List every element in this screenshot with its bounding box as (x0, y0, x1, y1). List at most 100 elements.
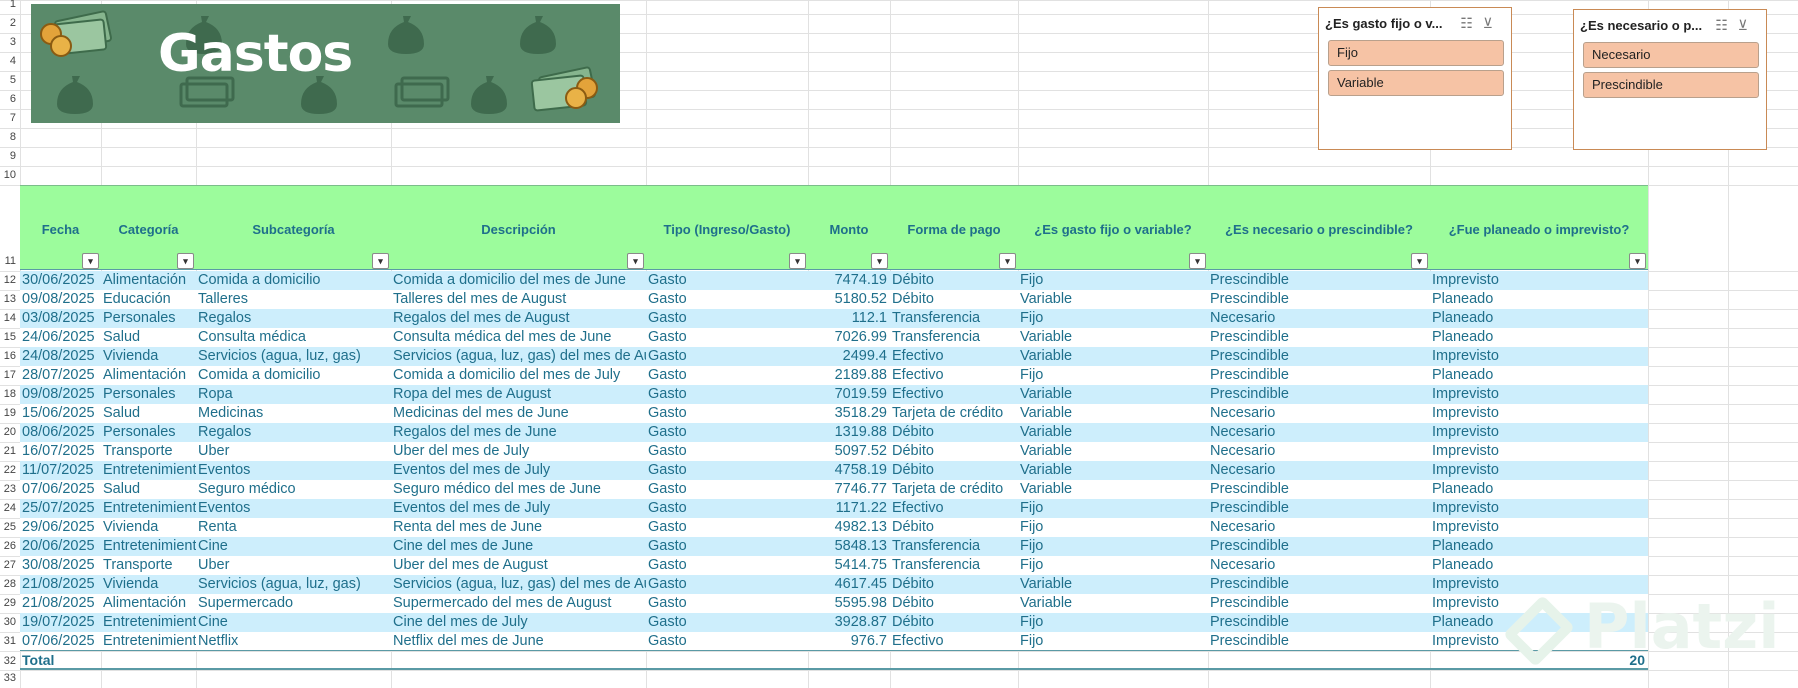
table-cell[interactable]: Salud (101, 480, 196, 499)
table-cell[interactable]: Prescindible (1208, 290, 1430, 309)
table-cell[interactable]: Entretenimiento (101, 632, 196, 651)
table-cell[interactable]: 11/07/2025 (20, 461, 101, 480)
table-cell[interactable]: Gasto (646, 309, 808, 328)
table-cell[interactable]: Vivienda (101, 518, 196, 537)
table-cell[interactable]: Tarjeta de crédito (890, 480, 1018, 499)
table-cell[interactable]: Imprevisto (1430, 518, 1648, 537)
row-header[interactable]: 17 (0, 366, 20, 385)
table-cell[interactable]: Renta del mes de June (391, 518, 646, 537)
table-cell[interactable]: Prescindible (1208, 347, 1430, 366)
table-cell[interactable]: Planeado (1430, 309, 1648, 328)
table-cell[interactable]: 1319.88 (808, 423, 890, 442)
table-cell[interactable]: Gasto (646, 290, 808, 309)
table-cell[interactable]: Gasto (646, 442, 808, 461)
table-cell[interactable]: Efectivo (890, 499, 1018, 518)
table-cell[interactable]: Comida a domicilio del mes de June (391, 271, 646, 290)
table-cell[interactable]: 29/06/2025 (20, 518, 101, 537)
table-cell[interactable]: Consulta médica (196, 328, 391, 347)
table-cell[interactable]: Necesario (1208, 404, 1430, 423)
table-cell[interactable]: Gasto (646, 556, 808, 575)
row-header[interactable]: 27 (0, 556, 20, 575)
table-cell[interactable]: 07/06/2025 (20, 480, 101, 499)
table-cell[interactable]: Necesario (1208, 442, 1430, 461)
table-cell[interactable]: Fijo (1018, 632, 1208, 651)
table-cell[interactable]: Imprevisto (1430, 499, 1648, 518)
table-cell[interactable]: Gasto (646, 594, 808, 613)
table-cell[interactable]: Transporte (101, 556, 196, 575)
table-cell[interactable]: Necesario (1208, 309, 1430, 328)
table-cell[interactable]: Prescindible (1208, 594, 1430, 613)
table-cell[interactable]: Prescindible (1208, 537, 1430, 556)
row-header[interactable]: 30 (0, 613, 20, 632)
table-cell[interactable]: 19/07/2025 (20, 613, 101, 632)
table-cell[interactable]: Transferencia (890, 309, 1018, 328)
table-cell[interactable]: Cine del mes de July (391, 613, 646, 632)
row-header[interactable]: 25 (0, 518, 20, 537)
table-cell[interactable]: Alimentación (101, 366, 196, 385)
table-cell[interactable]: 08/06/2025 (20, 423, 101, 442)
total-label[interactable]: Total (20, 651, 100, 670)
table-cell[interactable]: Prescindible (1208, 499, 1430, 518)
row-header[interactable]: 2 (0, 14, 20, 33)
table-cell[interactable]: Fijo (1018, 518, 1208, 537)
row-header[interactable]: 20 (0, 423, 20, 442)
table-cell[interactable]: Planeado (1430, 366, 1648, 385)
table-cell[interactable]: Fijo (1018, 309, 1208, 328)
table-cell[interactable]: Gasto (646, 480, 808, 499)
table-cell[interactable]: Gasto (646, 613, 808, 632)
table-cell[interactable]: 4617.45 (808, 575, 890, 594)
table-cell[interactable]: Débito (890, 290, 1018, 309)
table-cell[interactable]: Personales (101, 385, 196, 404)
table-cell[interactable]: Vivienda (101, 347, 196, 366)
table-cell[interactable]: Entretenimiento (101, 499, 196, 518)
column-header[interactable]: Categoría ▾ (101, 186, 196, 271)
row-header[interactable]: 5 (0, 71, 20, 90)
table-cell[interactable]: Planeado (1430, 537, 1648, 556)
table-cell[interactable]: Necesario (1208, 518, 1430, 537)
table-cell[interactable]: Débito (890, 613, 1018, 632)
table-cell[interactable]: 09/08/2025 (20, 385, 101, 404)
table-cell[interactable]: Imprevisto (1430, 404, 1648, 423)
table-cell[interactable]: Salud (101, 404, 196, 423)
row-header[interactable]: 12 (0, 271, 20, 290)
row-header[interactable]: 33 (0, 669, 20, 688)
table-cell[interactable]: Variable (1018, 594, 1208, 613)
table-cell[interactable]: Servicios (agua, luz, gas) (196, 347, 391, 366)
table-cell[interactable]: Personales (101, 309, 196, 328)
row-header[interactable]: 7 (0, 109, 20, 128)
table-cell[interactable]: Gasto (646, 499, 808, 518)
table-cell[interactable]: Supermercado (196, 594, 391, 613)
table-cell[interactable]: Transporte (101, 442, 196, 461)
column-header[interactable]: Tipo (Ingreso/Gasto) ▾ (646, 186, 808, 271)
table-cell[interactable]: Renta (196, 518, 391, 537)
table-cell[interactable]: Eventos del mes de July (391, 499, 646, 518)
table-cell[interactable]: Uber del mes de July (391, 442, 646, 461)
column-header[interactable]: Subcategoría ▾ (196, 186, 391, 271)
column-header[interactable]: Forma de pago ▾ (890, 186, 1018, 271)
filter-dropdown-icon[interactable]: ▾ (1189, 253, 1206, 269)
row-header[interactable]: 10 (0, 166, 20, 185)
table-cell[interactable]: Prescindible (1208, 575, 1430, 594)
table-cell[interactable]: Variable (1018, 480, 1208, 499)
row-header[interactable]: 23 (0, 480, 20, 499)
table-cell[interactable]: Alimentación (101, 271, 196, 290)
table-cell[interactable]: 1171.22 (808, 499, 890, 518)
table-cell[interactable]: Variable (1018, 442, 1208, 461)
table-cell[interactable]: 25/07/2025 (20, 499, 101, 518)
table-cell[interactable]: Gasto (646, 537, 808, 556)
table-cell[interactable]: 28/07/2025 (20, 366, 101, 385)
table-cell[interactable]: Educación (101, 290, 196, 309)
table-cell[interactable]: 3518.29 (808, 404, 890, 423)
table-cell[interactable]: 7746.77 (808, 480, 890, 499)
filter-dropdown-icon[interactable]: ▾ (372, 253, 389, 269)
table-cell[interactable]: Gasto (646, 385, 808, 404)
table-cell[interactable]: Supermercado del mes de August (391, 594, 646, 613)
table-cell[interactable]: Prescindible (1208, 613, 1430, 632)
table-cell[interactable]: Uber (196, 556, 391, 575)
table-cell[interactable]: Entretenimiento (101, 613, 196, 632)
table-cell[interactable]: 2499.4 (808, 347, 890, 366)
table-cell[interactable]: Planeado (1430, 290, 1648, 309)
table-cell[interactable]: 24/06/2025 (20, 328, 101, 347)
table-cell[interactable]: Uber del mes de August (391, 556, 646, 575)
row-header[interactable]: 15 (0, 328, 20, 347)
